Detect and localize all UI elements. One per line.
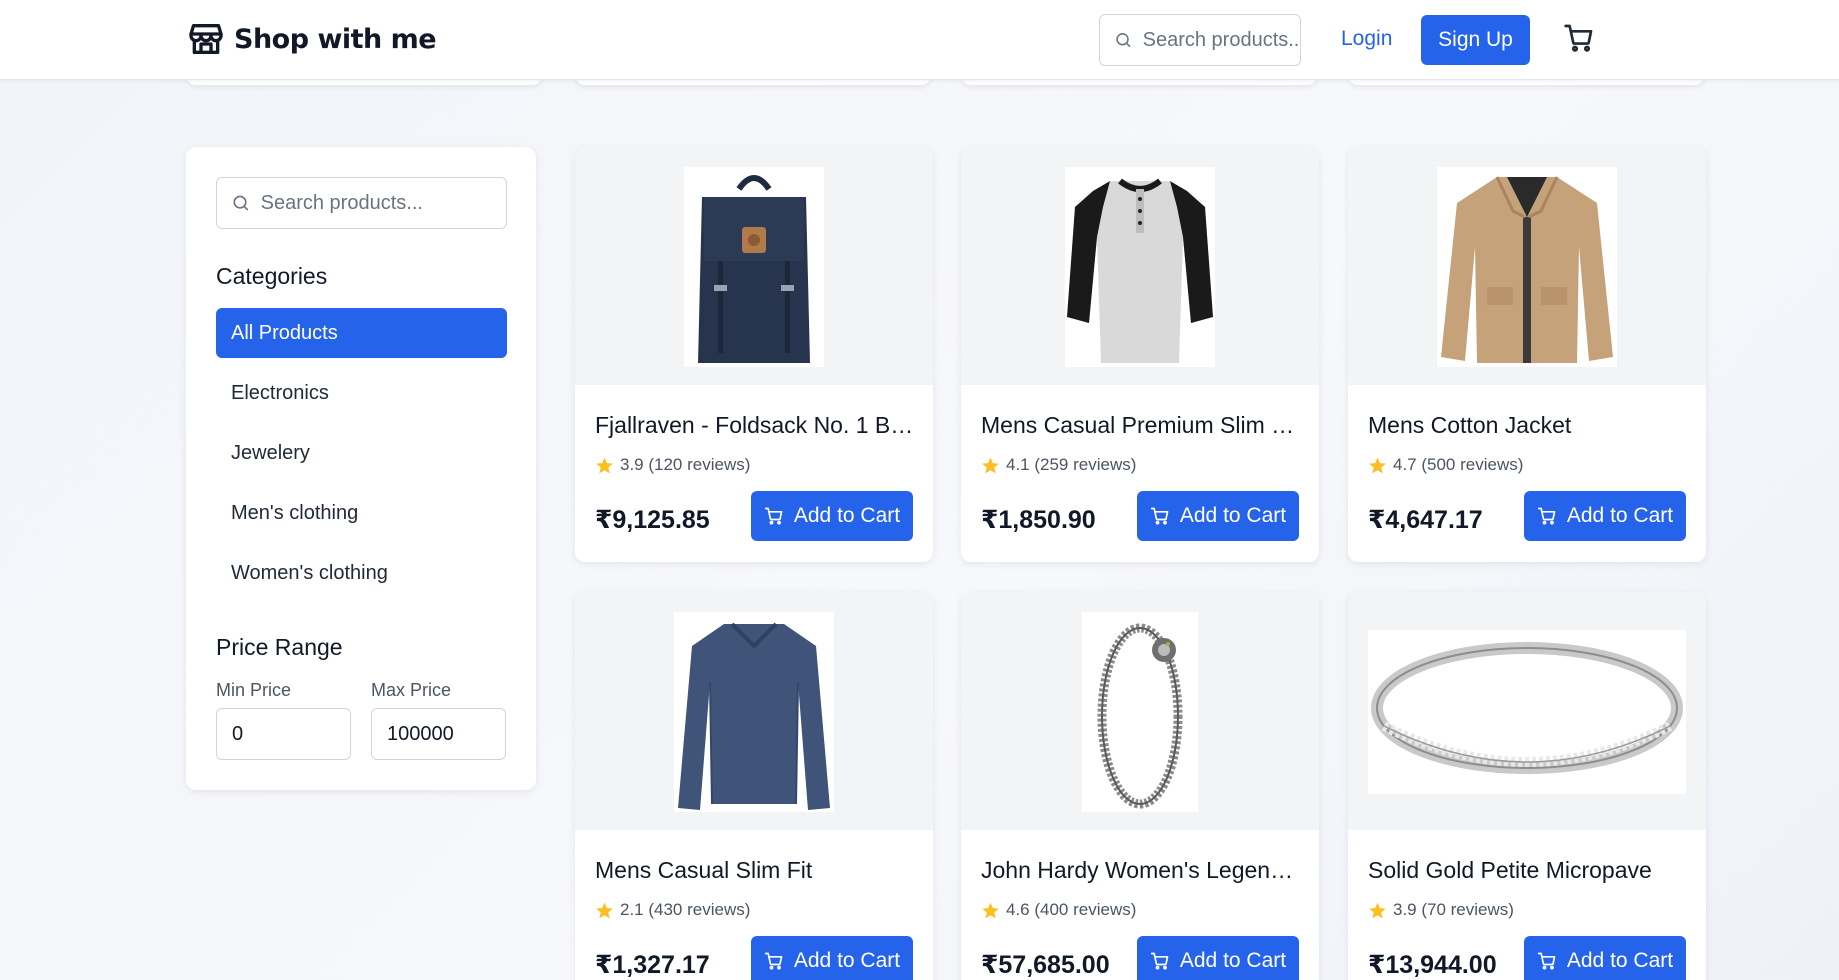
add-to-cart-button[interactable]: Add to Cart — [1137, 936, 1299, 980]
add-to-cart-button[interactable]: Add to Cart — [1524, 491, 1686, 541]
product-card[interactable]: Mens Casual Slim Fit 2.1 (430 reviews) ₹… — [575, 592, 933, 980]
product-price: ₹4,647.17 — [1368, 506, 1483, 534]
login-link[interactable]: Login — [1341, 27, 1392, 51]
header-search-input[interactable] — [1142, 28, 1300, 52]
product-rating: 3.9 (120 reviews) — [595, 455, 750, 475]
star-icon — [596, 902, 613, 918]
add-to-cart-button[interactable]: Add to Cart — [1137, 491, 1299, 541]
jacket-image — [1437, 167, 1617, 367]
sidebar-search[interactable] — [216, 177, 507, 229]
product-title[interactable]: John Hardy Women's Legends Naga Gold & S… — [981, 857, 1303, 884]
add-to-cart-label: Add to Cart — [793, 504, 901, 527]
cart-icon — [764, 952, 783, 970]
product-price: ₹57,685.00 — [981, 951, 1110, 979]
search-icon — [1116, 33, 1131, 47]
rating-text: 4.1 (259 reviews) — [1006, 455, 1137, 474]
min-price-label: Min Price — [216, 680, 292, 700]
category-womens-clothing[interactable]: Women's clothing — [216, 548, 507, 598]
product-card[interactable]: Fjallraven - Foldsack No. 1 Backpack, Fi… — [575, 147, 933, 562]
category-electronics[interactable]: Electronics — [216, 368, 507, 418]
category-jewelery[interactable]: Jewelery — [216, 428, 507, 478]
product-price: ₹1,850.90 — [981, 506, 1096, 534]
product-rating: 2.1 (430 reviews) — [595, 900, 750, 920]
rating-text: 3.9 (70 reviews) — [1393, 900, 1514, 919]
brand[interactable]: Shop with me — [186, 19, 437, 59]
store-icon — [189, 24, 223, 54]
add-to-cart-label: Add to Cart — [1179, 949, 1287, 972]
cart-icon — [1537, 952, 1556, 970]
star-icon — [1369, 457, 1386, 473]
add-to-cart-button[interactable]: Add to Cart — [751, 491, 913, 541]
max-price-label: Max Price — [371, 680, 452, 700]
product-image-area — [961, 592, 1319, 830]
product-rating: 4.1 (259 reviews) — [981, 455, 1136, 475]
header-cart-button[interactable] — [1563, 22, 1599, 58]
add-to-cart-label: Add to Cart — [793, 949, 901, 972]
product-rating: 4.7 (500 reviews) — [1368, 455, 1523, 475]
product-title[interactable]: Solid Gold Petite Micropave — [1368, 857, 1690, 884]
add-to-cart-button[interactable]: Add to Cart — [751, 936, 913, 980]
add-to-cart-label: Add to Cart — [1566, 949, 1674, 972]
ring-image — [1368, 630, 1686, 794]
product-rating: 3.9 (70 reviews) — [1368, 900, 1514, 920]
max-price-input[interactable] — [371, 708, 506, 760]
product-price: ₹9,125.85 — [595, 506, 710, 534]
product-title[interactable]: Mens Casual Premium Slim Fit T-Shirts — [981, 412, 1303, 439]
rating-text: 3.9 (120 reviews) — [620, 455, 751, 474]
henley-shirt-image — [1065, 167, 1215, 367]
longsleeve-shirt-image — [674, 612, 834, 812]
star-icon — [596, 457, 613, 473]
product-image-area — [1348, 147, 1706, 385]
add-to-cart-label: Add to Cart — [1179, 504, 1287, 527]
product-title[interactable]: Mens Casual Slim Fit — [595, 857, 917, 884]
cart-icon — [764, 507, 783, 525]
top-navbar: Shop with me Login Sign Up — [0, 0, 1839, 80]
add-to-cart-label: Add to Cart — [1566, 504, 1674, 527]
signup-button[interactable]: Sign Up — [1421, 15, 1530, 65]
rating-text: 4.6 (400 reviews) — [1006, 900, 1137, 919]
product-card[interactable]: Solid Gold Petite Micropave 3.9 (70 revi… — [1348, 592, 1706, 980]
rating-text: 4.7 (500 reviews) — [1393, 455, 1524, 474]
product-card[interactable]: Mens Casual Premium Slim Fit T-Shirts 4.… — [961, 147, 1319, 562]
product-price: ₹1,327.17 — [595, 951, 710, 979]
star-icon — [1369, 902, 1386, 918]
add-to-cart-button[interactable]: Add to Cart — [1524, 936, 1686, 980]
star-icon — [982, 902, 999, 918]
search-icon — [233, 195, 249, 211]
product-title[interactable]: Mens Cotton Jacket — [1368, 412, 1690, 439]
min-price-input[interactable] — [216, 708, 351, 760]
brand-name: Shop with me — [234, 23, 437, 55]
product-price: ₹13,944.00 — [1368, 951, 1497, 979]
category-mens-clothing[interactable]: Men's clothing — [216, 488, 507, 538]
product-image-area — [575, 592, 933, 830]
product-card[interactable]: Mens Cotton Jacket 4.7 (500 reviews) ₹4,… — [1348, 147, 1706, 562]
bracelet-image — [1082, 612, 1198, 812]
product-card[interactable]: John Hardy Women's Legends Naga Gold & S… — [961, 592, 1319, 980]
star-icon — [982, 457, 999, 473]
cart-icon — [1150, 952, 1169, 970]
price-range-title: Price Range — [216, 634, 343, 660]
cart-icon — [1150, 507, 1169, 525]
backpack-image — [684, 167, 824, 367]
product-image-area — [575, 147, 933, 385]
header-search[interactable] — [1099, 14, 1301, 66]
cart-icon — [1537, 507, 1556, 525]
product-image-area — [1348, 592, 1706, 830]
filter-sidebar: Categories All Products Electronics Jewe… — [186, 147, 536, 790]
categories-title: Categories — [216, 263, 328, 289]
sidebar-search-input[interactable] — [260, 191, 506, 215]
product-image-area — [961, 147, 1319, 385]
rating-text: 2.1 (430 reviews) — [620, 900, 751, 919]
category-all-products[interactable]: All Products — [216, 308, 507, 358]
product-rating: 4.6 (400 reviews) — [981, 900, 1136, 920]
cart-icon — [1564, 24, 1593, 52]
product-title[interactable]: Fjallraven - Foldsack No. 1 Backpack, Fi… — [595, 412, 917, 439]
